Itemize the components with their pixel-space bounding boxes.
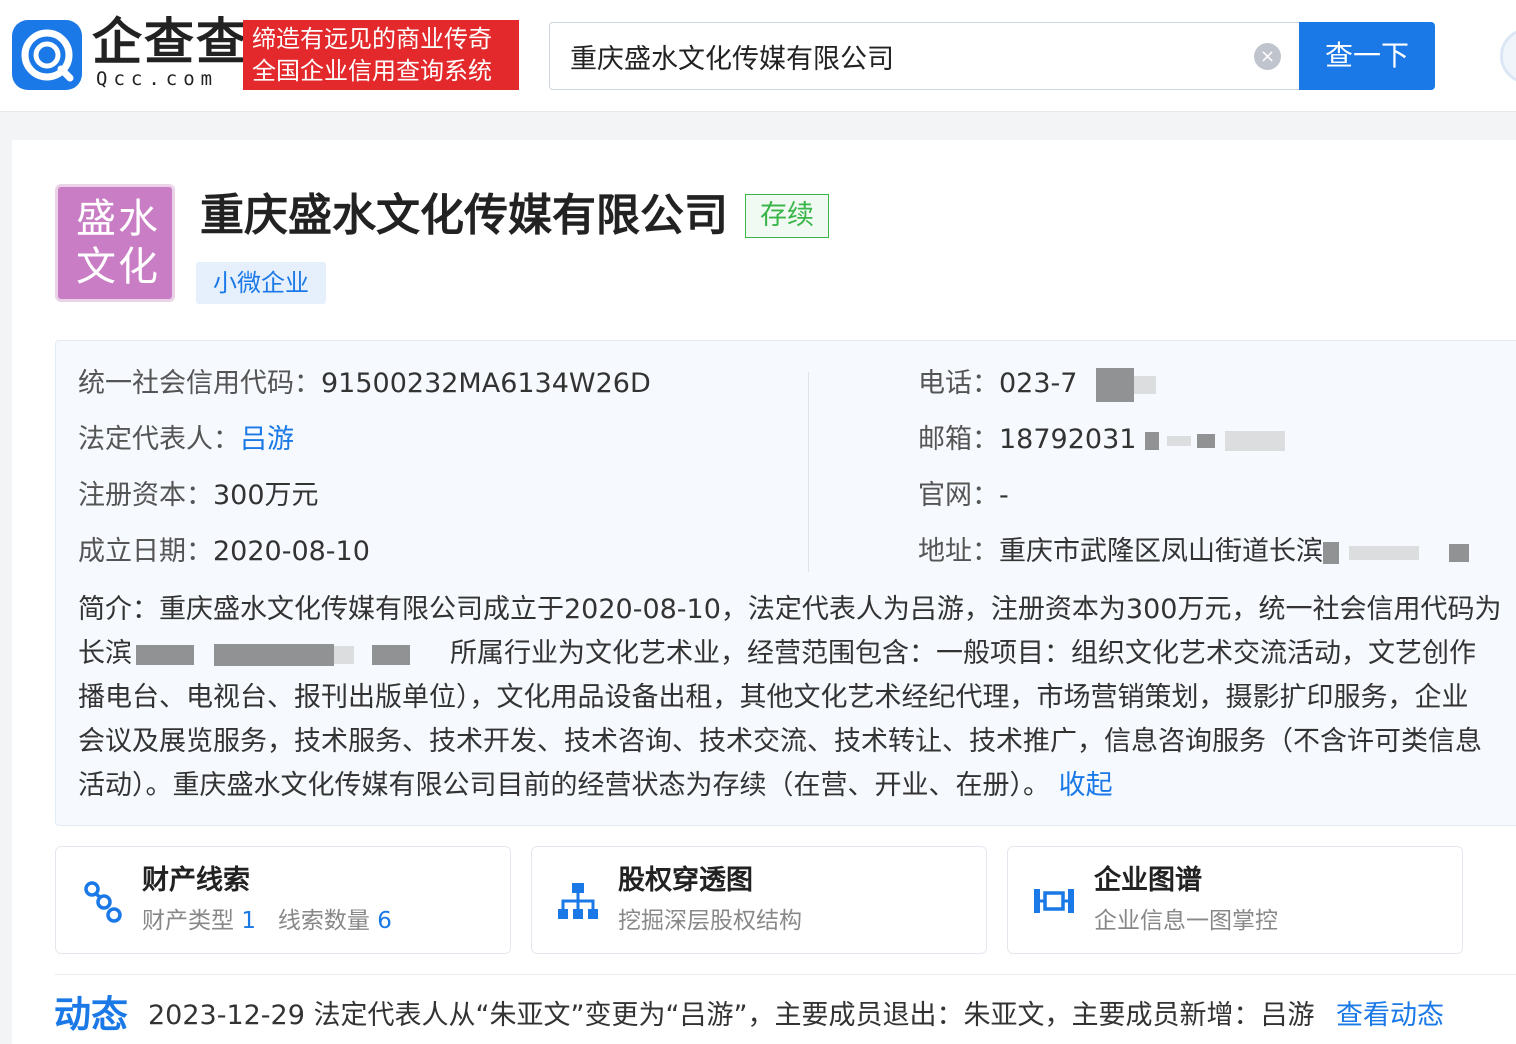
enterprise-graph-card[interactable]: 企业图谱 企业信息一图掌控 bbox=[1007, 846, 1463, 954]
slogan-line: 全国企业信用查询系统 bbox=[252, 57, 492, 85]
founded-label: 成立日期： bbox=[78, 536, 213, 567]
address-value[interactable]: 重庆市武隆区凤山街道长滨 bbox=[999, 536, 1323, 567]
credit-code-label: 统一社会信用代码： bbox=[78, 368, 321, 399]
search-input[interactable] bbox=[570, 23, 1230, 89]
qcc-logo-icon[interactable] bbox=[12, 20, 82, 90]
website-row: 官网：- bbox=[918, 478, 1009, 514]
avatar[interactable] bbox=[1500, 28, 1516, 84]
logo-domain: Qcc.com bbox=[96, 68, 219, 90]
redaction-mask bbox=[1323, 541, 1339, 564]
clue-count[interactable]: 6 bbox=[377, 908, 392, 934]
feature-title: 股权穿透图 bbox=[618, 865, 753, 896]
email-label: 邮箱： bbox=[918, 424, 999, 455]
phone-row: 电话：023-7 bbox=[918, 366, 1157, 402]
redaction-mask bbox=[1167, 435, 1192, 446]
redaction-mask bbox=[136, 644, 194, 665]
top-header: 企查查 Qcc.com 缔造有远见的商业传奇 全国企业信用查询系统 × 查一下 bbox=[0, 0, 1516, 112]
company-name: 重庆盛水文化传媒有限公司 bbox=[200, 190, 728, 241]
clue-count-label: 线索数量 bbox=[277, 908, 370, 934]
intro-line: 会议及展览服务，技术服务、技术开发、技术咨询、技术交流、技术转让、技术推广，信息… bbox=[78, 726, 1482, 757]
feature-title: 企业图谱 bbox=[1094, 865, 1202, 896]
phone-value[interactable]: 023-7 bbox=[999, 368, 1077, 399]
redaction-mask bbox=[1349, 545, 1419, 560]
intro-line: 简介：重庆盛水文化传媒有限公司成立于2020-08-10，法定代表人为吕游，注册… bbox=[78, 594, 1502, 625]
info-divider bbox=[808, 372, 809, 572]
phone-label: 电话： bbox=[918, 368, 999, 399]
company-logo: 盛水 文化 bbox=[55, 184, 175, 302]
status-badge: 存续 bbox=[745, 194, 829, 238]
intro-line: 长滨 所属行业为文化艺术业，经营范围包含：一般项目：组织文化艺术交流活动，文艺创作 bbox=[78, 632, 1516, 676]
legal-rep-link[interactable]: 吕游 bbox=[240, 424, 294, 455]
asset-clue-icon bbox=[84, 881, 122, 923]
founded-row: 成立日期：2020-08-10 bbox=[78, 534, 370, 570]
capital-row: 注册资本：300万元 bbox=[78, 478, 319, 514]
redaction-mask bbox=[372, 644, 410, 665]
legal-rep-label: 法定代表人： bbox=[78, 424, 240, 455]
company-logo-line: 文化 bbox=[76, 244, 160, 290]
intro-text: 所属行业为文化艺术业，经营范围包含：一般项目：组织文化艺术交流活动，文艺创作 bbox=[450, 638, 1476, 669]
view-dynamics-link[interactable]: 查看动态 bbox=[1336, 996, 1444, 1036]
email-row: 邮箱：18792031 bbox=[918, 422, 1286, 458]
feature-subtitle: 财产类型 1 线索数量 6 bbox=[142, 905, 392, 937]
redaction-mask bbox=[1134, 375, 1157, 394]
dynamics-text: 2023-12-29 法定代表人从“朱亚文”变更为“吕游”，主要成员退出：朱亚文… bbox=[148, 1000, 1315, 1031]
website-label: 官网： bbox=[918, 480, 999, 511]
feature-subtitle: 挖掘深层股权结构 bbox=[618, 908, 802, 934]
slogan-banner: 缔造有远见的商业传奇 全国企业信用查询系统 bbox=[243, 20, 519, 90]
asset-type-label: 财产类型 bbox=[142, 908, 234, 934]
redaction-mask bbox=[1449, 543, 1469, 562]
intro-address-fragment: 长滨 bbox=[78, 638, 132, 669]
redaction-mask bbox=[334, 645, 354, 664]
redaction-mask bbox=[214, 643, 334, 666]
website-value: - bbox=[999, 480, 1009, 511]
redaction-mask bbox=[1197, 433, 1216, 448]
feature-subtitle: 企业信息一图掌控 bbox=[1094, 908, 1278, 934]
founded-value: 2020-08-10 bbox=[213, 536, 370, 567]
email-value[interactable]: 18792031 bbox=[999, 424, 1136, 455]
clear-icon[interactable]: × bbox=[1254, 43, 1281, 70]
intro-line: 活动）。重庆盛水文化传媒有限公司目前的经营状态为存续（在营、开业、在册）。 收起 bbox=[78, 764, 1516, 808]
redaction-mask bbox=[1225, 430, 1286, 451]
graph-icon bbox=[1034, 889, 1074, 913]
capital-value: 300万元 bbox=[213, 480, 319, 511]
asset-type-count[interactable]: 1 bbox=[241, 908, 256, 934]
feature-title: 财产线索 bbox=[142, 865, 250, 896]
dynamics-title: 动态 bbox=[54, 993, 128, 1036]
scale-tag[interactable]: 小微企业 bbox=[196, 262, 326, 304]
search-box: × bbox=[549, 22, 1301, 90]
address-row: 地址：重庆市武隆区凤山街道长滨 bbox=[918, 534, 1469, 570]
intro-line: 播电台、电视台、报刊出版单位），文化用品设备出租，其他文化艺术经纪代理，市场营销… bbox=[78, 682, 1469, 713]
section-divider bbox=[55, 974, 1516, 975]
org-chart-icon bbox=[558, 883, 598, 919]
search-button[interactable]: 查一下 bbox=[1299, 22, 1435, 90]
redaction-mask bbox=[1096, 367, 1135, 402]
asset-clues-card[interactable]: 财产线索 财产类型 1 线索数量 6 bbox=[55, 846, 511, 954]
equity-penetration-card[interactable]: 股权穿透图 挖掘深层股权结构 bbox=[531, 846, 987, 954]
collapse-link[interactable]: 收起 bbox=[1059, 770, 1113, 801]
company-intro: 简介：重庆盛水文化传媒有限公司成立于2020-08-10，法定代表人为吕游，注册… bbox=[78, 588, 1516, 808]
company-logo-line: 盛水 bbox=[76, 196, 160, 242]
logo-text[interactable]: 企查查 bbox=[92, 14, 248, 70]
credit-code-row: 统一社会信用代码：91500232MA6134W26D bbox=[78, 366, 651, 402]
slogan-line: 缔造有远见的商业传奇 bbox=[252, 25, 492, 53]
legal-rep-row: 法定代表人：吕游 bbox=[78, 422, 294, 458]
credit-code-value[interactable]: 91500232MA6134W26D bbox=[321, 368, 651, 399]
capital-label: 注册资本： bbox=[78, 480, 213, 511]
address-label: 地址： bbox=[918, 536, 999, 567]
redaction-mask bbox=[1145, 431, 1160, 450]
intro-text: 活动）。重庆盛水文化传媒有限公司目前的经营状态为存续（在营、开业、在册）。 bbox=[78, 770, 1050, 801]
